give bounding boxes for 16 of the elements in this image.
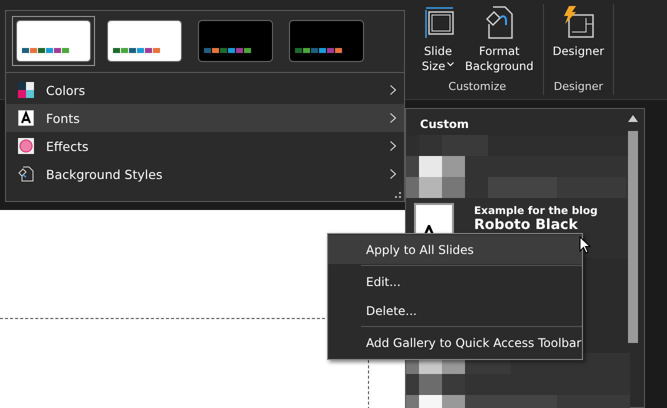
section-header: Custom <box>419 116 470 133</box>
menu-item[interactable]: Colors <box>6 76 404 104</box>
context-menu-item[interactable]: Apply to All Slides <box>328 235 582 264</box>
context-menu-item[interactable]: Delete... <box>328 296 582 325</box>
menu-item[interactable]: Fonts <box>6 104 404 132</box>
group-label: Customize <box>447 80 508 95</box>
font-theme-title: Example for the blog <box>474 205 598 218</box>
group-label: Designer <box>552 80 604 95</box>
format-background-button[interactable]: Format Background <box>462 4 537 80</box>
menu-item[interactable]: Background Styles <box>6 160 404 188</box>
context-menu-item[interactable]: Add Gallery to Quick Access Toolbar <box>328 328 582 357</box>
slide-size-button[interactable]: Slide Size <box>418 4 458 80</box>
designer-button[interactable]: Designer <box>550 4 608 80</box>
font-name: Roboto Black <box>474 218 579 233</box>
context-menu-item[interactable]: Edit... <box>328 267 582 296</box>
menu-item[interactable]: Effects <box>6 132 404 160</box>
